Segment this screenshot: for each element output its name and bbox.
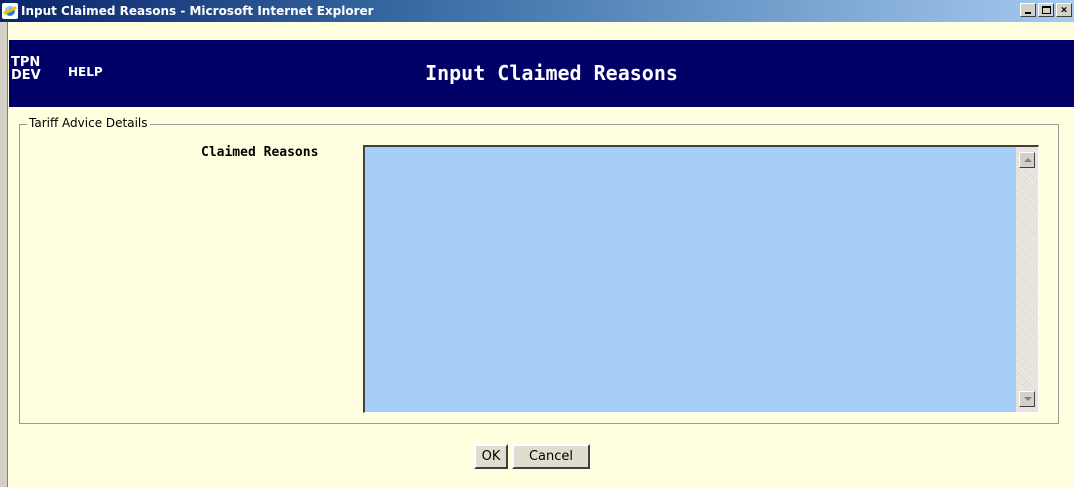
window-title-bar: Input Claimed Reasons - Microsoft Intern… <box>0 0 1074 22</box>
claimed-reasons-label: Claimed Reasons <box>201 145 319 160</box>
page-header: TPN DEV HELP Input Claimed Reasons <box>9 40 1074 107</box>
close-button[interactable]: × <box>1056 3 1072 17</box>
window-title: Input Claimed Reasons - Microsoft Intern… <box>21 4 374 18</box>
claimed-reasons-textarea-frame <box>363 145 1039 413</box>
ok-button[interactable]: OK <box>474 444 508 469</box>
maximize-icon <box>1041 6 1051 14</box>
scroll-up-arrow-icon[interactable] <box>1019 152 1035 168</box>
top-strip <box>9 22 1074 40</box>
cancel-button[interactable]: Cancel <box>512 444 590 469</box>
scroll-down-arrow-icon[interactable] <box>1019 391 1035 407</box>
maximize-button[interactable] <box>1038 3 1054 17</box>
claimed-reasons-textarea[interactable] <box>365 147 1015 412</box>
tariff-advice-details-fieldset: Tariff Advice Details Claimed Reasons <box>19 116 1059 424</box>
minimize-icon <box>1025 12 1031 14</box>
window-controls: × <box>1018 3 1072 17</box>
minimize-button[interactable] <box>1020 3 1036 17</box>
fieldset-legend: Tariff Advice Details <box>27 116 150 130</box>
dialog-buttons: OK Cancel <box>474 444 590 469</box>
window-frame-left <box>0 22 8 487</box>
internet-explorer-icon <box>2 3 18 19</box>
textarea-scrollbar[interactable] <box>1016 147 1038 412</box>
page-title: Input Claimed Reasons <box>425 61 678 85</box>
